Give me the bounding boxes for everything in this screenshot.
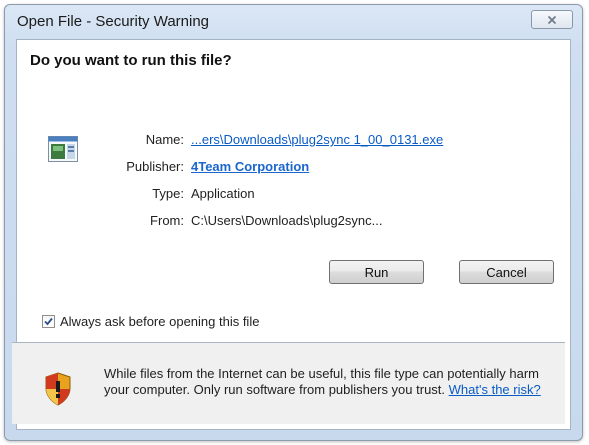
publisher-link[interactable]: 4Team Corporation bbox=[191, 159, 309, 174]
close-icon bbox=[547, 15, 557, 24]
title-bar[interactable]: Open File - Security Warning bbox=[5, 5, 582, 39]
close-button[interactable] bbox=[531, 10, 573, 29]
type-label: Type: bbox=[152, 186, 184, 201]
always-ask-label: Always ask before opening this file bbox=[60, 314, 260, 329]
publisher-label: Publisher: bbox=[126, 159, 184, 174]
file-name-link[interactable]: ...ers\Downloads\plug2sync 1_00_0131.exe bbox=[191, 132, 443, 147]
from-row: From: C:\Users\Downloads\plug2sync... bbox=[0, 213, 589, 231]
type-row: Type: Application bbox=[0, 186, 589, 204]
always-ask-checkbox[interactable] bbox=[42, 315, 55, 328]
cancel-button[interactable]: Cancel bbox=[459, 260, 554, 284]
always-ask-checkbox-row[interactable]: Always ask before opening this file bbox=[42, 314, 259, 329]
whats-the-risk-link[interactable]: What's the risk? bbox=[449, 382, 541, 397]
checkmark-icon bbox=[44, 317, 53, 326]
security-shield-icon bbox=[45, 372, 71, 406]
run-button[interactable]: Run bbox=[329, 260, 424, 284]
file-name-row: Name: ...ers\Downloads\plug2sync 1_00_01… bbox=[0, 132, 589, 150]
warning-message: While files from the Internet can be use… bbox=[104, 366, 544, 398]
file-name-label: Name: bbox=[145, 132, 184, 147]
publisher-row: Publisher: 4Team Corporation bbox=[0, 159, 589, 177]
from-label: From: bbox=[150, 213, 184, 228]
from-value: C:\Users\Downloads\plug2sync... bbox=[191, 213, 383, 228]
run-question-heading: Do you want to run this file? bbox=[30, 52, 232, 69]
window-title: Open File - Security Warning bbox=[17, 13, 210, 30]
type-value: Application bbox=[191, 186, 255, 201]
